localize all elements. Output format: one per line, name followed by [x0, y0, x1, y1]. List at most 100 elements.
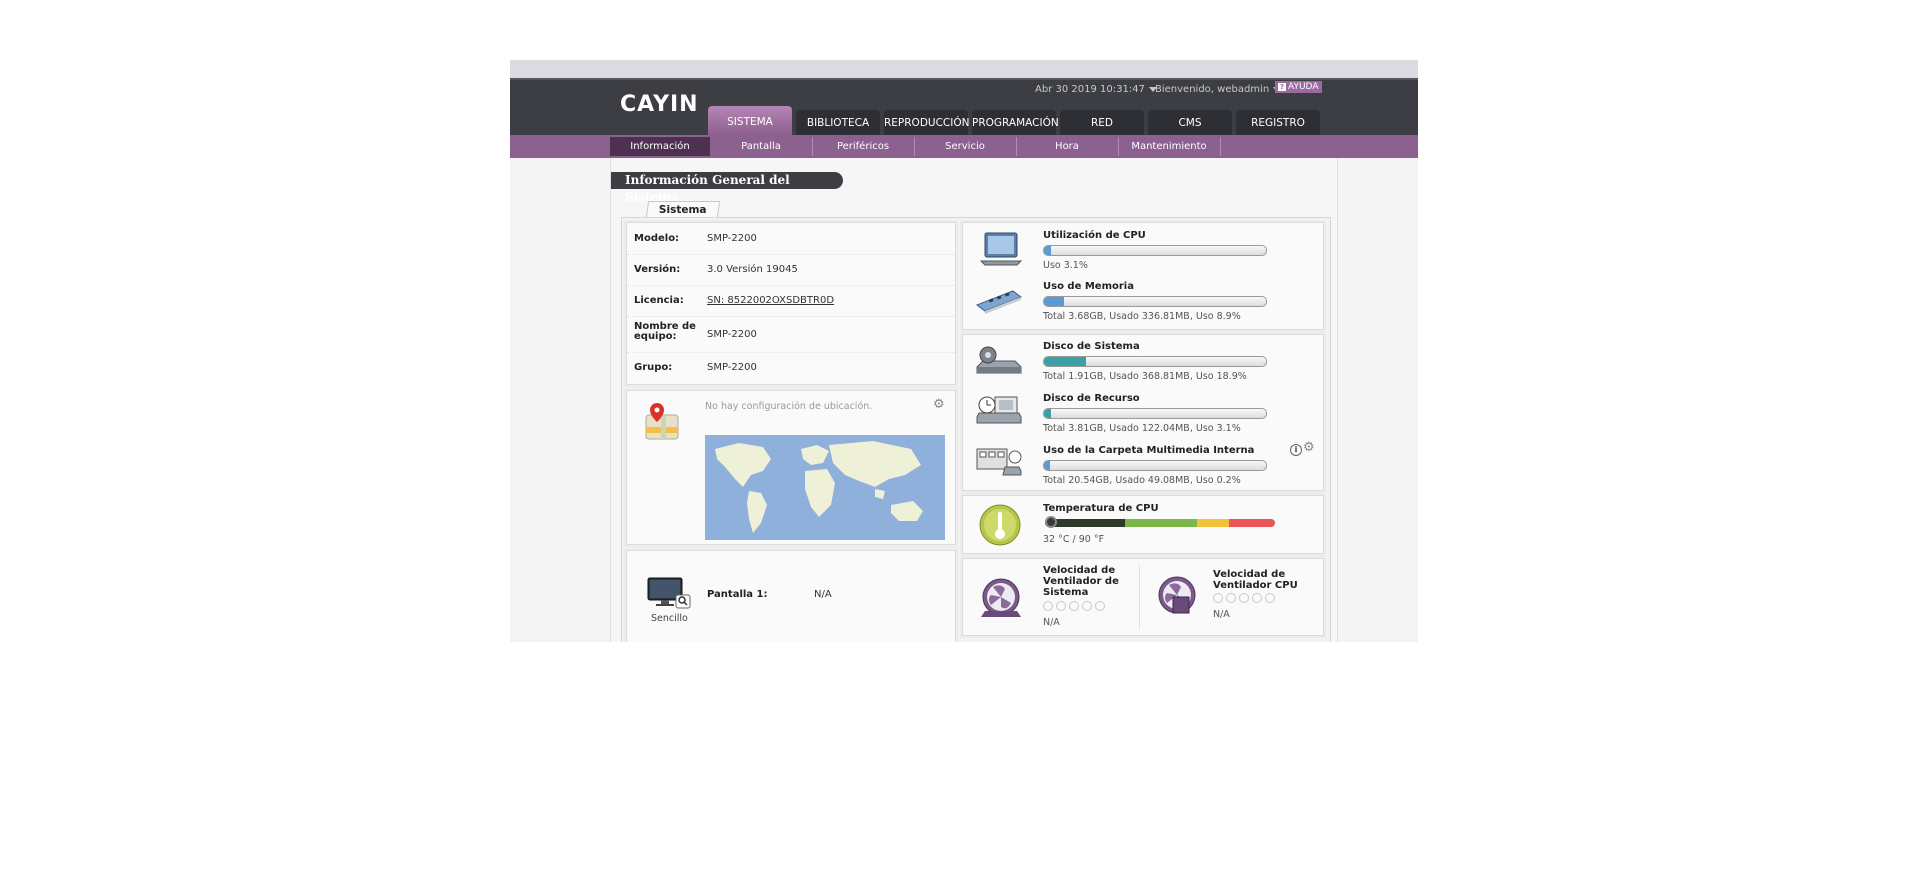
datetime-dropdown[interactable]: Abr 30 2019 10:31:47	[1035, 84, 1157, 95]
tab-biblioteca[interactable]: BIBLIOTECA	[796, 110, 880, 137]
user-menu[interactable]: Bienvenido, webadmin	[1155, 84, 1282, 95]
info-row-group: Grupo: SMP-2200	[627, 352, 955, 383]
tab-reproduccion[interactable]: REPRODUCCIÓN	[884, 110, 969, 137]
browser-top-strip	[510, 60, 1418, 78]
display-label: Pantalla 1:	[707, 589, 768, 600]
fan-cpu-title: Velocidad de Ventilador CPU	[1213, 569, 1298, 591]
fan-cpu-rating	[1213, 593, 1275, 603]
device-info-box: Modelo: SMP-2200 Versión: 3.0 Versión 19…	[624, 220, 958, 387]
cpu-temp-detail: 32 °C / 90 °F	[1043, 534, 1105, 545]
tab-sistema[interactable]: SISTEMA	[708, 106, 792, 137]
tab-programacion[interactable]: PROGRAMACIÓN	[972, 110, 1059, 137]
page-title: Información General del Sistema	[611, 172, 843, 204]
memory-title: Uso de Memoria	[1043, 281, 1134, 292]
info-row-model: Modelo: SMP-2200	[627, 223, 955, 255]
tab-cms[interactable]: CMS	[1148, 110, 1232, 137]
thermometer-icon	[979, 504, 1021, 546]
system-disk-fill	[1044, 357, 1086, 366]
location-settings-gear-icon[interactable]: ⚙	[933, 397, 945, 412]
help-icon: ?	[1278, 83, 1286, 91]
system-disk-detail: Total 1.91GB, Usado 368.81MB, Uso 18.9%	[1043, 371, 1247, 382]
cayin-logo[interactable]: CAYIN	[620, 92, 699, 117]
group-value: SMP-2200	[707, 362, 757, 373]
welcome-text: Bienvenido, webadmin	[1155, 84, 1270, 95]
memory-detail: Total 3.68GB, Usado 336.81MB, Uso 8.9%	[1043, 311, 1241, 322]
subnav-pantalla[interactable]: Pantalla	[710, 137, 813, 156]
media-folder-detail: Total 20.54GB, Usado 49.08MB, Uso 0.2%	[1043, 475, 1241, 486]
fan-cpu-value: N/A	[1213, 609, 1230, 620]
system-fan-icon	[981, 578, 1021, 617]
info-icon[interactable]: i	[1290, 444, 1302, 456]
resource-disk-fill	[1044, 409, 1051, 418]
help-button[interactable]: ? AYUDA	[1275, 81, 1323, 93]
fan-level-icon	[1265, 593, 1275, 603]
temperature-segment-critical	[1229, 519, 1275, 527]
fan-level-icon	[1069, 601, 1079, 611]
header: CAYIN Abr 30 2019 10:31:47 Bienvenido, w…	[510, 78, 1418, 137]
world-map	[705, 435, 945, 540]
subnav-perifericos[interactable]: Periféricos	[812, 137, 915, 156]
media-folder-icon	[976, 448, 1022, 476]
system-disk-bar	[1043, 356, 1267, 367]
fan-level-icon	[1252, 593, 1262, 603]
device-name-value: SMP-2200	[707, 329, 757, 340]
resource-disk-title: Disco de Recurso	[1043, 393, 1140, 404]
fan-level-icon	[1056, 601, 1066, 611]
info-row-version: Versión: 3.0 Versión 19045	[627, 254, 955, 286]
resource-disk-icon	[976, 396, 1022, 424]
license-label: Licencia:	[634, 295, 684, 306]
fan-level-icon	[1082, 601, 1092, 611]
license-link[interactable]: SN: 8522002OXSDBTR0D	[707, 295, 834, 306]
fan-system-title: Velocidad de Ventilador de Sistema	[1043, 565, 1119, 598]
fan-level-icon	[1239, 593, 1249, 603]
fan-box: Velocidad de Ventilador de Sistema N/A V…	[960, 556, 1326, 638]
system-disk-icon	[976, 346, 1022, 374]
resource-disk-bar	[1043, 408, 1267, 419]
fan-level-icon	[1213, 593, 1223, 603]
device-name-label: Nombre de equipo:	[634, 321, 696, 342]
cpu-icon	[979, 232, 1023, 266]
media-folder-title: Uso de la Carpeta Multimedia Interna	[1043, 445, 1255, 456]
help-label: AYUDA	[1288, 82, 1319, 92]
subnav-informacion-general[interactable]: Información General	[610, 137, 710, 171]
display-mode-caption: Sencillo	[651, 613, 688, 624]
monitor-magnifier-icon	[647, 577, 691, 609]
temperature-indicator	[1045, 516, 1057, 528]
app-frame: CAYIN Abr 30 2019 10:31:47 Bienvenido, w…	[510, 60, 1418, 642]
memory-icon	[975, 290, 1023, 314]
subnav-hora[interactable]: Hora	[1016, 137, 1119, 156]
system-disk-title: Disco de Sistema	[1043, 341, 1140, 352]
info-row-license: Licencia: SN: 8522002OXSDBTR0D	[627, 285, 955, 317]
group-label: Grupo:	[634, 362, 673, 373]
cpu-title: Utilización de CPU	[1043, 230, 1146, 241]
fan-level-icon	[1043, 601, 1053, 611]
datetime-text: Abr 30 2019 10:31:47	[1035, 84, 1145, 95]
temperature-segment-warning	[1197, 519, 1229, 527]
temperature-segment-normal	[1125, 519, 1197, 527]
subnav-servicio[interactable]: Servicio	[914, 137, 1017, 156]
cpu-fan-icon	[1158, 576, 1196, 614]
temperature-gauge	[1045, 519, 1275, 527]
media-folder-bar	[1043, 460, 1267, 471]
version-label: Versión:	[634, 264, 681, 275]
fan-system-value: N/A	[1043, 617, 1060, 628]
fan-level-icon	[1226, 593, 1236, 603]
temperature-segment-current	[1045, 519, 1125, 527]
disk-box: Disco de Sistema Total 1.91GB, Usado 368…	[960, 332, 1326, 493]
display-box: Sencillo Pantalla 1: N/A	[624, 548, 958, 642]
cpu-memory-box: Utilización de CPU Uso 3.1% Uso de Memor…	[960, 220, 1326, 332]
fan-system-rating	[1043, 601, 1105, 611]
system-panel: Modelo: SMP-2200 Versión: 3.0 Versión 19…	[621, 217, 1331, 642]
cpu-temp-title: Temperatura de CPU	[1043, 503, 1159, 514]
location-message: No hay configuración de ubicación.	[705, 401, 873, 412]
memory-usage-fill	[1044, 297, 1064, 306]
tab-registro[interactable]: REGISTRO	[1236, 110, 1320, 137]
cpu-temperature-box: Temperatura de CPU 32 °C / 90 °F	[960, 493, 1326, 556]
tab-red[interactable]: RED	[1060, 110, 1144, 137]
subnav-mantenimiento[interactable]: Mantenimiento	[1118, 137, 1221, 156]
sub-navigation: Información General Pantalla Periféricos…	[510, 135, 1418, 171]
cpu-usage-fill	[1044, 246, 1051, 255]
tab-sistema-panel[interactable]: Sistema	[645, 201, 721, 218]
cpu-detail: Uso 3.1%	[1043, 260, 1088, 271]
media-folder-settings-gear-icon[interactable]: ⚙	[1303, 440, 1315, 455]
